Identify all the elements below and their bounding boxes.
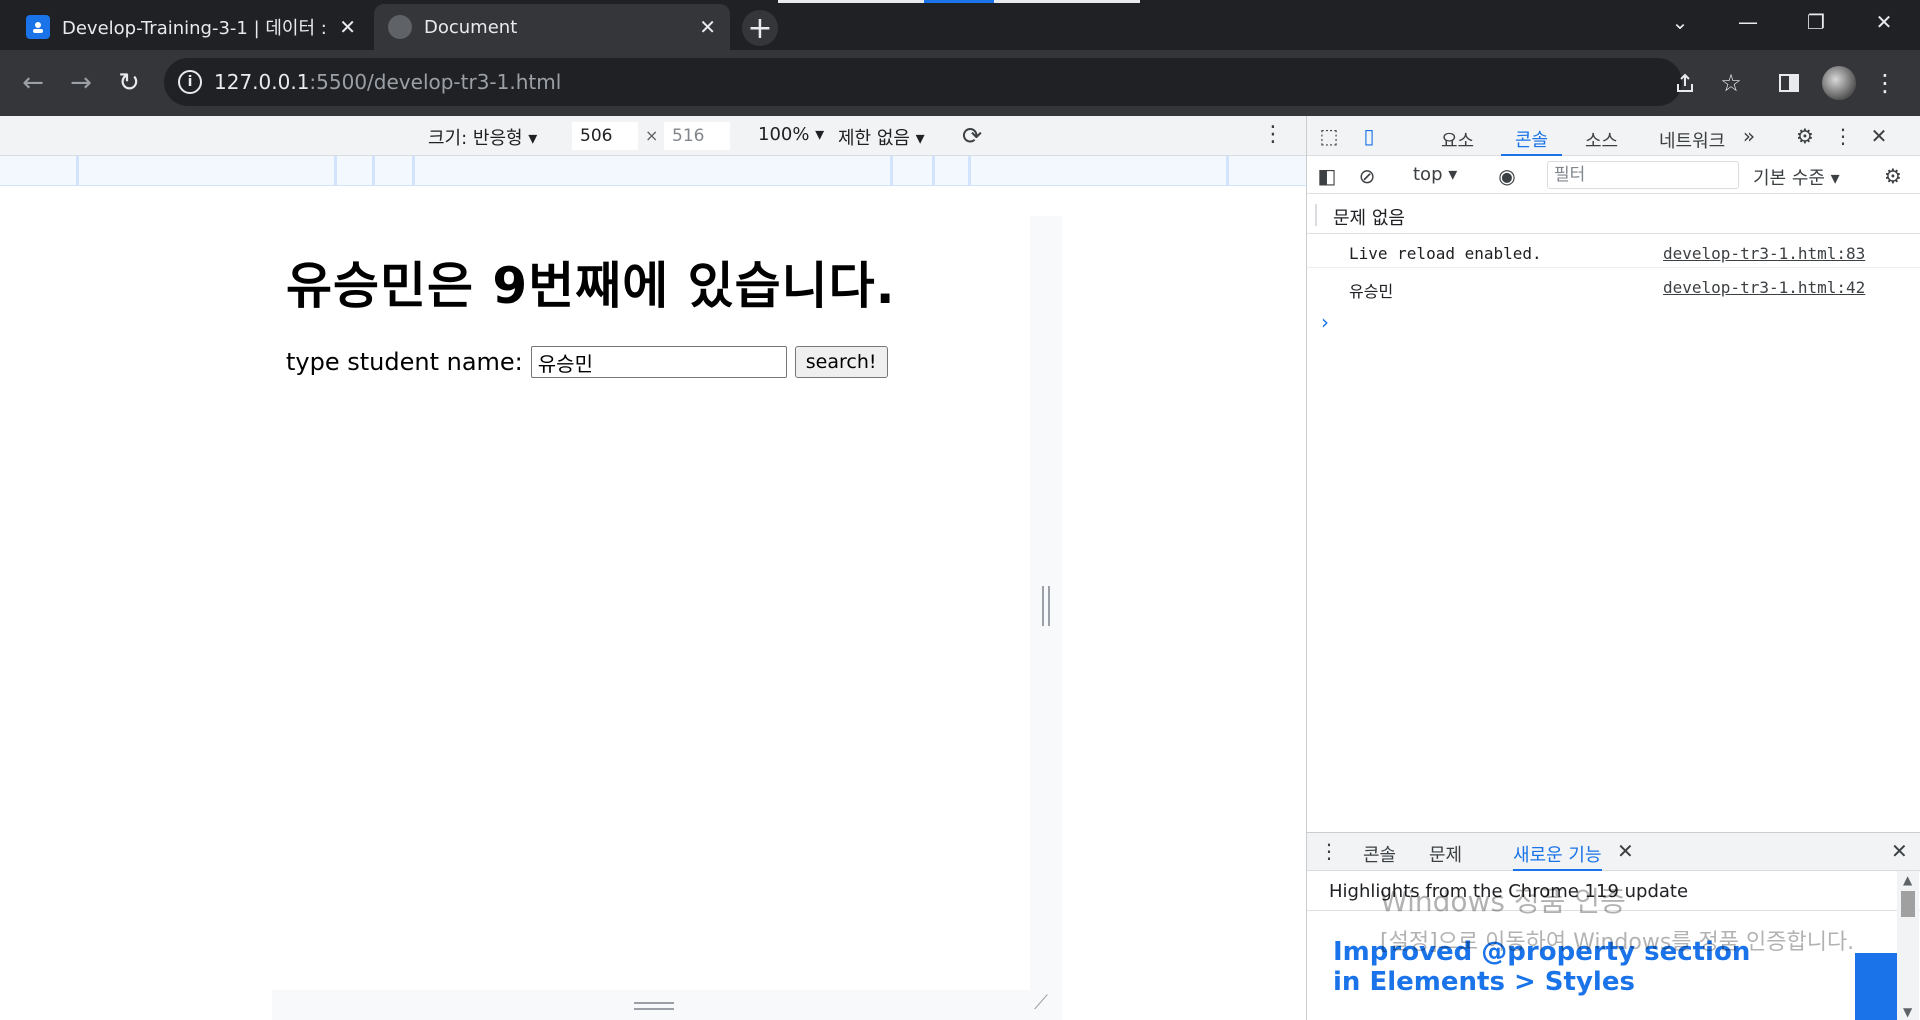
devtools-menu-icon[interactable]: ⋮	[1829, 122, 1857, 150]
device-size-dropdown[interactable]: 크기: 반응형 ▾	[428, 124, 537, 150]
tab-console[interactable]: 콘솔	[1501, 124, 1563, 156]
device-toggle-icon[interactable]: ▯	[1355, 122, 1383, 150]
console-settings-gear-icon[interactable]: ⚙	[1879, 162, 1907, 190]
close-tab-icon[interactable]: ✕	[699, 15, 716, 39]
bottom-resize-handle[interactable]	[272, 990, 1030, 1020]
tab-title: Document	[424, 16, 518, 38]
devtools-main-toolbar: ⬚ ▯ 요소 콘솔 소스 네트워크 » ⚙ ⋮ ✕	[1307, 116, 1920, 156]
settings-gear-icon[interactable]: ⚙	[1791, 122, 1819, 150]
back-icon[interactable]: ←	[14, 64, 52, 102]
console-message-source-link[interactable]: develop-tr3-1.html:42	[1663, 278, 1865, 297]
console-toolbar: ◧ ⊘ top ▾ ◉ 필터 기본 수준 ▾ ⚙	[1307, 156, 1920, 194]
side-panel-icon[interactable]	[1772, 66, 1806, 100]
drawer-tab-console[interactable]: 콘솔	[1363, 841, 1396, 867]
student-name-input[interactable]	[530, 346, 787, 378]
console-filter-input[interactable]: 필터	[1547, 161, 1739, 189]
more-tabs-icon[interactable]: »	[1735, 122, 1763, 150]
sidebar-toggle-icon[interactable]: ◧	[1313, 162, 1341, 190]
issues-text: 문제 없음	[1333, 208, 1405, 229]
inspect-element-icon[interactable]: ⬚	[1315, 122, 1343, 150]
loading-progress	[778, 0, 1140, 3]
console-prompt-icon[interactable]: ›	[1321, 310, 1329, 334]
corner-resize-icon[interactable]: ⟋	[1034, 990, 1062, 1020]
restore-icon[interactable]: ❐	[1782, 0, 1850, 44]
issues-bar[interactable]: 문제 없음	[1307, 194, 1920, 234]
url-host: 127.0.0.1	[214, 70, 310, 94]
reload-icon[interactable]: ↻	[110, 64, 148, 102]
drawer-scrollbar[interactable]: ▲ ▼	[1897, 871, 1919, 1020]
globe-icon	[388, 15, 412, 39]
drawer-tab-bar: ⋮ 콘솔 문제 새로운 기능 ✕ ✕	[1307, 833, 1920, 871]
tab-elements[interactable]: 요소	[1427, 124, 1488, 156]
device-more-icon[interactable]: ⋮	[1262, 122, 1284, 147]
profile-avatar[interactable]	[1822, 66, 1856, 100]
watermark-title: Windows 정품 인증	[1380, 885, 1626, 918]
close-window-icon[interactable]: ✕	[1850, 0, 1918, 44]
page-viewport: 유승민은 9번째에 있습니다. type student name: searc…	[272, 216, 1030, 1020]
rotate-icon[interactable]: ⟳	[962, 122, 982, 150]
close-devtools-icon[interactable]: ✕	[1865, 122, 1893, 150]
console-message-text: 유승민	[1349, 282, 1394, 301]
windows-activation-watermark: Windows 정품 인증 [설정]으로 이동하여 Windows를 정품 인증…	[1380, 880, 1880, 956]
console-message-source-link[interactable]: develop-tr3-1.html:83	[1663, 244, 1865, 263]
tab-develop-training[interactable]: Develop-Training-3-1 | 데이터 : ✕	[12, 4, 370, 50]
forward-icon[interactable]: →	[62, 64, 100, 102]
tab-sources[interactable]: 소스	[1571, 124, 1632, 156]
tab-strip: Develop-Training-3-1 | 데이터 : ✕ Document …	[0, 0, 1920, 50]
close-drawer-icon[interactable]: ✕	[1891, 839, 1908, 863]
address-bar[interactable]: i 127.0.0.1:5500/develop-tr3-1.html	[164, 58, 1682, 106]
device-toolbar: 크기: 반응형 ▾ 506 × 516 100% ▾ 제한 없음 ▾ ⟳ ⋮	[0, 116, 1306, 156]
tab-network[interactable]: 네트워크	[1645, 124, 1739, 156]
watermark-text: [설정]으로 이동하여 Windows를 정품 인증합니다.	[1380, 930, 1855, 955]
console-message: 유승민 develop-tr3-1.html:42	[1307, 270, 1920, 302]
context-selector[interactable]: top ▾	[1413, 164, 1457, 185]
url-path: :5500/develop-tr3-1.html	[309, 70, 562, 94]
tab-document[interactable]: Document ✕	[374, 4, 730, 50]
search-row: type student name: search!	[286, 346, 888, 378]
share-icon[interactable]	[1668, 66, 1702, 100]
browser-menu-icon[interactable]: ⋮	[1868, 66, 1902, 100]
screen: Develop-Training-3-1 | 데이터 : ✕ Document …	[0, 0, 1920, 1020]
dimension-separator: ×	[645, 126, 659, 145]
search-button[interactable]: search!	[794, 346, 888, 378]
right-resize-handle[interactable]	[1030, 216, 1062, 1020]
console-message-text: Live reload enabled.	[1349, 244, 1542, 263]
tab-search-icon[interactable]: ⌄	[1646, 0, 1714, 44]
console-message: Live reload enabled. develop-tr3-1.html:…	[1307, 236, 1920, 268]
live-expression-eye-icon[interactable]: ◉	[1493, 162, 1521, 190]
minimize-icon[interactable]: —	[1714, 0, 1782, 44]
device-emulation-area: 크기: 반응형 ▾ 506 × 516 100% ▾ 제한 없음 ▾ ⟳ ⋮ 유…	[0, 116, 1306, 1020]
site-info-icon[interactable]: i	[178, 70, 202, 94]
height-input[interactable]: 516	[664, 122, 730, 150]
drawer-tab-issues[interactable]: 문제	[1429, 841, 1462, 867]
drawer-menu-icon[interactable]: ⋮	[1319, 839, 1339, 863]
feature-image	[1855, 953, 1897, 1020]
clear-console-icon[interactable]: ⊘	[1353, 162, 1381, 190]
throttle-dropdown[interactable]: 제한 없음 ▾	[838, 124, 925, 150]
page-heading: 유승민은 9번째에 있습니다.	[286, 257, 896, 315]
tab-title: Develop-Training-3-1 | 데이터 :	[62, 18, 327, 39]
browser-toolbar: ← → ↻ i 127.0.0.1:5500/develop-tr3-1.htm…	[0, 50, 1920, 116]
close-tab-icon[interactable]: ✕	[339, 15, 356, 39]
zoom-dropdown[interactable]: 100% ▾	[758, 124, 824, 145]
student-name-label: type student name:	[286, 348, 523, 376]
close-whats-new-tab-icon[interactable]: ✕	[1617, 839, 1634, 863]
media-query-bar[interactable]	[0, 156, 1306, 186]
log-level-dropdown[interactable]: 기본 수준 ▾	[1753, 164, 1840, 190]
classroom-icon	[26, 15, 50, 39]
drawer-tab-whats-new[interactable]: 새로운 기능	[1513, 841, 1602, 871]
width-input[interactable]: 506	[572, 122, 638, 150]
new-tab-button[interactable]: +	[742, 10, 778, 46]
bookmark-star-icon[interactable]: ☆	[1714, 66, 1748, 100]
